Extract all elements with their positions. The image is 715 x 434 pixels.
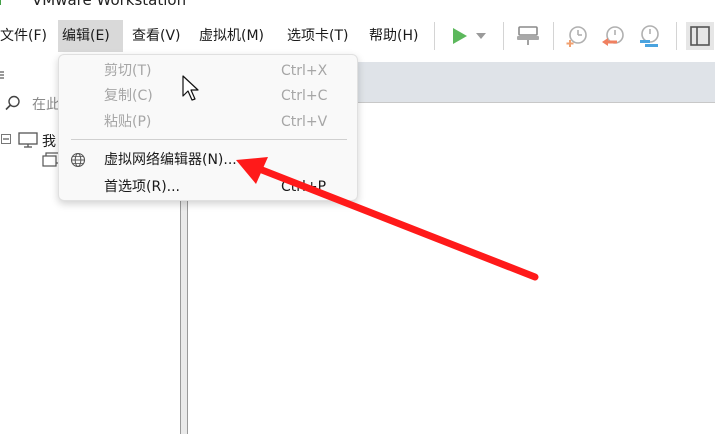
toolbar-separator [553, 22, 554, 50]
menu-item-shortcut: Ctrl+V [281, 114, 328, 130]
take-snapshot-button[interactable] [563, 22, 591, 50]
play-icon [453, 28, 467, 44]
menu-item-shortcut: Ctrl+C [281, 88, 328, 104]
collapse-icon[interactable] [1, 134, 11, 144]
search-placeholder: 在此 [32, 97, 60, 113]
send-ctrl-alt-del-icon [517, 26, 539, 45]
menu-file[interactable]: 文件(F) [0, 20, 51, 52]
menu-item-label: 虚拟网络编辑器(N)... [104, 152, 237, 168]
title-bar: VMware Workstation [0, 0, 715, 12]
menu-item-label: 复制(C) [104, 88, 153, 104]
menu-item-copy[interactable]: 复制(C) Ctrl+C [59, 84, 357, 108]
toolbar-separator [434, 22, 435, 50]
menu-item-label: 首选项(R)... [104, 179, 181, 195]
power-on-button[interactable] [445, 22, 473, 50]
menu-item-paste[interactable]: 粘贴(P) Ctrl+V [59, 110, 357, 134]
send-ctrl-alt-del-button[interactable] [514, 22, 542, 50]
menu-item-label: 剪切(T) [104, 63, 152, 79]
snapshot-revert-icon [602, 26, 624, 46]
menu-help[interactable]: 帮助(H) [365, 20, 422, 52]
menu-edit[interactable]: 编辑(E) [58, 20, 123, 52]
computer-icon [18, 132, 38, 148]
snapshot-manager-button[interactable] [635, 22, 663, 50]
tree-item-label: 我 [42, 134, 56, 150]
window-title: VMware Workstation [32, 0, 187, 9]
sidebar-toggle-icon [690, 26, 710, 46]
power-options-dropdown[interactable] [472, 22, 490, 50]
menu-vm[interactable]: 虚拟机(M) [195, 20, 268, 52]
toolbar-separator [676, 22, 677, 50]
menu-bar: 文件(F) 编辑(E) 查看(V) 虚拟机(M) 选项卡(T) 帮助(H) [0, 18, 715, 56]
snapshot-take-icon [566, 26, 587, 47]
toggle-library-button[interactable] [686, 22, 714, 50]
vmware-logo-icon [0, 0, 1, 5]
dropdown-arrow-icon [476, 33, 486, 39]
toolbar-separator [503, 22, 504, 50]
menu-item-shortcut: Ctrl+X [281, 63, 328, 79]
menu-item-virtual-network-editor[interactable]: 虚拟网络编辑器(N)... [59, 148, 357, 172]
snapshot-manager-icon [640, 25, 659, 47]
menu-item-cut[interactable]: 剪切(T) Ctrl+X [59, 59, 357, 83]
menu-item-label: 粘贴(P) [104, 114, 152, 130]
menu-icon[interactable] [0, 70, 6, 80]
search-icon [5, 95, 20, 111]
globe-icon [70, 152, 86, 168]
menu-tabs[interactable]: 选项卡(T) [283, 20, 352, 52]
menu-separator [71, 139, 347, 140]
menu-view[interactable]: 查看(V) [128, 20, 185, 52]
revert-snapshot-button[interactable] [599, 22, 627, 50]
menu-item-shortcut: Ctrl+P [281, 179, 327, 195]
menu-item-preferences[interactable]: 首选项(R)... Ctrl+P [59, 175, 357, 199]
edit-menu-dropdown: 剪切(T) Ctrl+X 复制(C) Ctrl+C 粘贴(P) Ctrl+V 虚… [58, 54, 358, 201]
